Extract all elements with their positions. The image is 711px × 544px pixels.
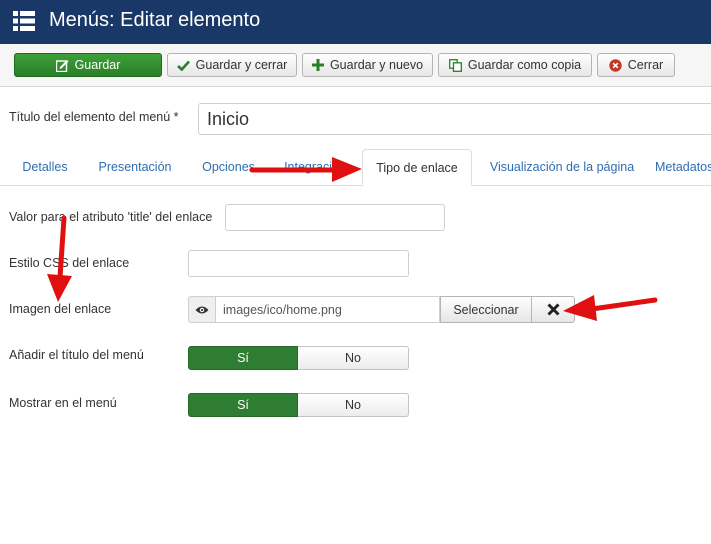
add-title-yes-option[interactable]: Sí xyxy=(188,346,298,370)
eye-icon[interactable] xyxy=(188,296,216,323)
save-button-label: Guardar xyxy=(74,58,121,72)
close-icon xyxy=(546,303,560,316)
close-circle-icon xyxy=(609,58,622,72)
save-button[interactable]: Guardar xyxy=(14,53,162,77)
plus-icon xyxy=(311,59,324,71)
toolbar: Guardar Guardar y cerrar Guardar y nuevo… xyxy=(0,44,711,87)
css-label: Estilo CSS del enlace xyxy=(9,256,130,270)
clear-image-button[interactable] xyxy=(532,296,575,323)
page-header: Menús: Editar elemento xyxy=(0,0,711,44)
title-attr-input[interactable] xyxy=(225,204,445,231)
page-title: Menús: Editar elemento xyxy=(49,9,261,31)
copy-icon xyxy=(448,58,462,72)
save-and-close-button[interactable]: Guardar y cerrar xyxy=(167,53,297,77)
tab-metadata[interactable]: Metadatos xyxy=(655,149,711,185)
title-label: Título del elemento del menú * xyxy=(9,110,179,124)
image-path-input[interactable]: images/ico/home.png xyxy=(216,296,440,323)
title-input[interactable]: Inicio xyxy=(198,103,711,135)
tab-bar: Detalles Presentación Opciones Integraci… xyxy=(0,149,711,186)
show-in-menu-no-option[interactable]: No xyxy=(298,393,409,417)
tab-presentation[interactable]: Presentación xyxy=(86,149,184,185)
show-in-menu-yes-option[interactable]: Sí xyxy=(188,393,298,417)
save-as-copy-button[interactable]: Guardar como copia xyxy=(438,53,592,77)
tab-options[interactable]: Opciones xyxy=(191,149,266,185)
tab-link-type[interactable]: Tipo de enlace xyxy=(362,149,472,186)
save-as-copy-label: Guardar como copia xyxy=(467,58,582,72)
css-input[interactable] xyxy=(188,250,409,277)
show-in-menu-toggle: Sí No xyxy=(188,393,409,417)
list-icon[interactable] xyxy=(13,10,35,32)
check-icon xyxy=(176,60,190,71)
show-in-menu-label: Mostrar en el menú xyxy=(9,396,117,410)
select-image-button[interactable]: Seleccionar xyxy=(440,296,532,323)
save-and-new-label: Guardar y nuevo xyxy=(329,58,424,72)
annotation-arrow xyxy=(563,295,658,321)
image-label: Imagen del enlace xyxy=(9,302,112,316)
close-button-label: Cerrar xyxy=(627,58,664,72)
tab-integration[interactable]: Integración xyxy=(274,149,356,185)
close-button[interactable]: Cerrar xyxy=(597,53,675,77)
add-title-no-option[interactable]: No xyxy=(298,346,409,370)
add-title-toggle: Sí No xyxy=(188,346,409,370)
edit-icon xyxy=(55,59,69,72)
tab-details[interactable]: Detalles xyxy=(9,149,81,185)
title-attr-label: Valor para el atributo 'title' del enlac… xyxy=(9,210,213,224)
image-media-field: images/ico/home.png Seleccionar xyxy=(188,296,575,323)
save-and-new-button[interactable]: Guardar y nuevo xyxy=(302,53,433,77)
save-and-close-label: Guardar y cerrar xyxy=(195,58,288,72)
add-title-label: Añadir el título del menú xyxy=(9,348,144,362)
tab-page-display[interactable]: Visualización de la página xyxy=(479,149,645,185)
